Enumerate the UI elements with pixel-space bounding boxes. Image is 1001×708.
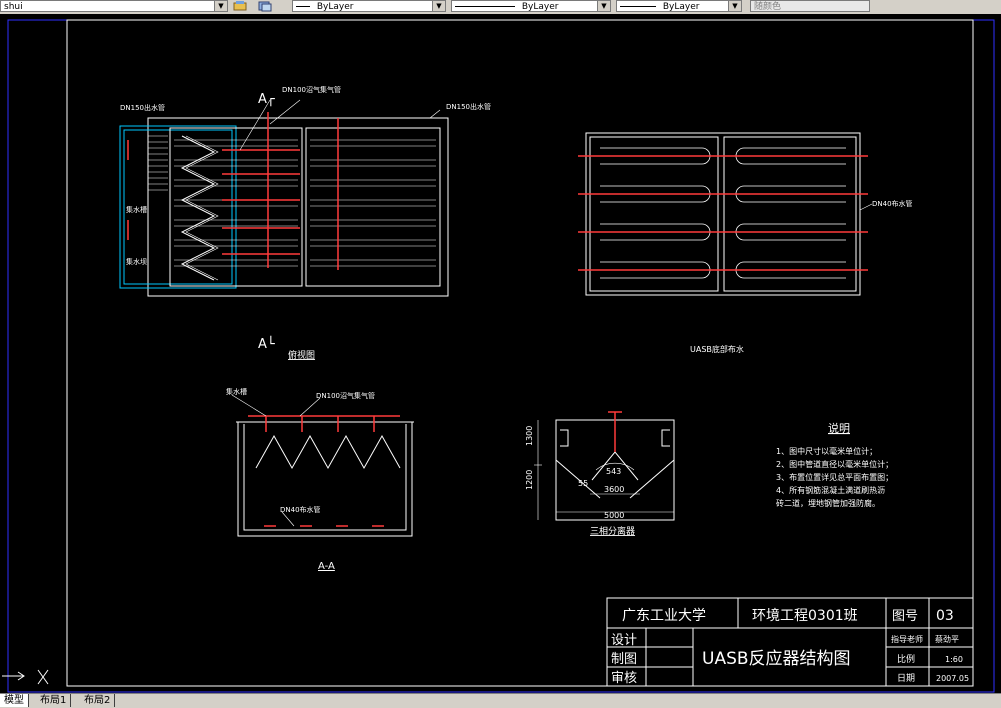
plan-collector-label: 集水槽 [126, 205, 147, 214]
section-zigzag [255, 434, 401, 470]
section-caption: A-A [318, 561, 335, 572]
chevron-down-icon[interactable]: ▼ [597, 1, 610, 11]
distribution-caption: UASB底部布水 [690, 344, 744, 354]
lineweight-sample [620, 6, 656, 7]
plan-zigzag [180, 135, 216, 281]
layout-tabs: 模型 布局1 布局2 [0, 693, 1001, 708]
note-1: 1、图中尺寸以毫米单位计； [776, 446, 877, 456]
plotstyle-control[interactable]: 随颜色 [750, 0, 870, 12]
tab-layout2[interactable]: 布局2 [80, 694, 116, 707]
note-4: 4、所有钢筋混凝土满道刷热沥 [776, 485, 885, 495]
section-mark-bottom: A└ [258, 335, 275, 352]
distribution-right [723, 136, 857, 292]
section-dist-pipe-label: DN40布水管 [280, 505, 321, 514]
drawing-svg: A┌ A└ DN100沼气集气管 DN150出水管 DN150出水管 集水槽 集… [2, 19, 995, 693]
tb-advisor-label: 指导老师 [891, 634, 923, 644]
make-layer-current-icon[interactable] [233, 0, 247, 12]
color-control-label: ByLayer [316, 2, 354, 12]
separator-dim-inner: 3600 [604, 485, 624, 494]
properties-toolbar: shui ▼ ByLayer ▼ ByLayer ▼ ByLayer ▼ 随颜色 [0, 0, 1001, 15]
section-mark-top: A┌ [258, 92, 275, 107]
tb-school: 广东工业大学 [622, 608, 706, 624]
section-gas-pipes [248, 415, 400, 527]
linetype-sample [455, 6, 515, 7]
distribution-loops [600, 147, 846, 279]
plotstyle-control-label: 随颜色 [754, 2, 782, 12]
distribution-pipe-label: DN40布水管 [872, 199, 913, 208]
tb-date-label: 日期 [897, 673, 915, 684]
plan-caption: 俯视图 [288, 349, 315, 361]
separator-dim-total: 5000 [604, 511, 624, 520]
distribution-view [578, 132, 873, 296]
chevron-down-icon[interactable]: ▼ [728, 1, 741, 11]
plan-weir-label: 集水坝 [126, 257, 147, 266]
notes-title: 说明 [828, 421, 850, 435]
section-tank-inner [243, 424, 407, 531]
tb-date: 2007.05 [936, 674, 969, 683]
linetype-control-label: ByLayer [521, 2, 559, 12]
section-collector-label: 集水槽 [226, 387, 247, 396]
tb-scale: 1:60 [945, 655, 963, 664]
layer-name: shui [4, 2, 23, 12]
ucs-icon [2, 669, 49, 685]
tb-draft-label: 制图 [611, 652, 637, 667]
lineweight-control[interactable]: ByLayer ▼ [616, 0, 742, 12]
tb-drawing-no-label: 图号 [892, 609, 918, 624]
distribution-left [589, 136, 719, 292]
tb-drawing-no: 03 [936, 608, 954, 624]
separator-dim-angle2: 55 [578, 479, 588, 488]
drawing-frame [66, 19, 974, 687]
model-space-canvas[interactable]: A┌ A└ DN100沼气集气管 DN150出水管 DN150出水管 集水槽 集… [0, 14, 1001, 693]
section-gas-pipe-label: DN100沼气集气管 [316, 391, 375, 400]
color-control[interactable]: ByLayer ▼ [292, 0, 446, 12]
note-2: 2、图中管道直径以毫米单位计； [776, 459, 893, 469]
plan-outlet-left-label: DN150出水管 [120, 103, 165, 112]
layer-previous-icon[interactable] [258, 0, 272, 12]
separator-dim-h2: 1200 [525, 470, 534, 490]
lineweight-control-label: ByLayer [662, 2, 700, 12]
tb-review-label: 审核 [611, 671, 637, 686]
note-5: 砖二道，埋地钢管加强防腐。 [776, 498, 880, 508]
paper-limit [7, 19, 995, 693]
chevron-down-icon[interactable]: ▼ [432, 1, 445, 11]
tb-scale-label: 比例 [897, 653, 915, 665]
tab-layout1[interactable]: 布局1 [36, 694, 72, 707]
tab-model[interactable]: 模型 [0, 694, 29, 707]
layer-dropdown[interactable]: shui ▼ [0, 0, 228, 12]
section-tank-outer [237, 422, 413, 537]
chevron-down-icon[interactable]: ▼ [214, 1, 227, 11]
distribution-pipes [578, 155, 868, 271]
tb-advisor: 蔡劲平 [935, 634, 959, 644]
plan-gas-pipe-label: DN100沼气集气管 [282, 85, 341, 94]
tb-class: 环境工程0301班 [752, 608, 858, 624]
linetype-control[interactable]: ByLayer ▼ [451, 0, 611, 12]
separator-dim-h1: 1300 [525, 426, 534, 446]
separator-gas-pipe [608, 411, 622, 452]
separator-caption: 三相分离器 [590, 525, 635, 537]
separator-view [534, 411, 675, 521]
plan-view [119, 99, 449, 297]
section-aa-view [231, 394, 414, 537]
separator-dim-angle1: 543 [606, 467, 621, 476]
note-3: 3、布置位置详见总平面布置图； [776, 472, 893, 482]
tb-drawing-title: UASB反应器结构图 [702, 649, 851, 669]
color-swatch [296, 6, 310, 7]
plan-outlet-right-label: DN150出水管 [446, 102, 491, 111]
plan-stairs [148, 135, 168, 191]
plan-chamber-right [305, 127, 441, 287]
tb-design-label: 设计 [611, 633, 637, 648]
